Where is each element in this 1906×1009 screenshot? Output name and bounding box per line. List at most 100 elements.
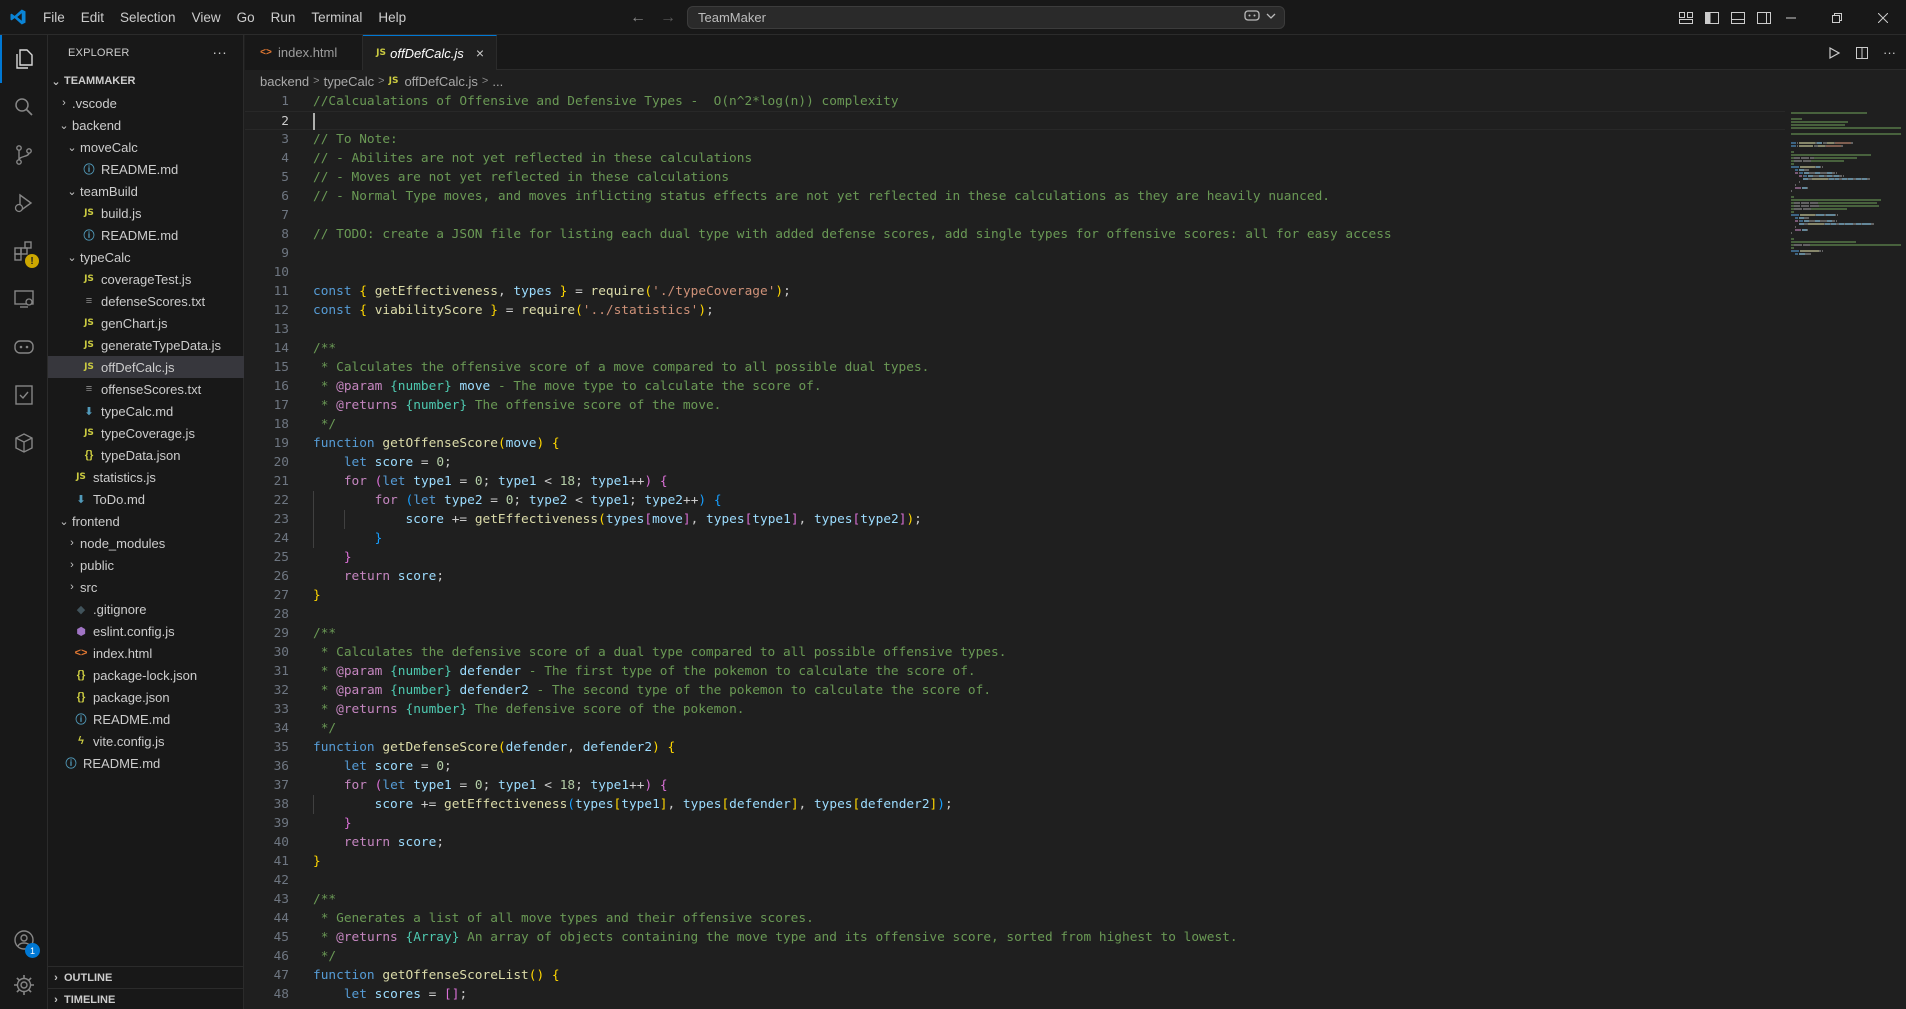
menu-edit[interactable]: Edit — [73, 0, 112, 35]
back-arrow-icon[interactable]: ← — [630, 9, 646, 27]
tab-offdefcalc-js[interactable]: JS offDefCalc.js × — [363, 35, 497, 70]
code-token: for — [343, 778, 367, 793]
tree-file[interactable]: ⓘ README.md — [48, 224, 244, 246]
tree-file[interactable]: JS genChart.js — [48, 312, 244, 334]
tree-file[interactable]: JS offDefCalc.js — [48, 356, 244, 378]
tree-item-label: frontend — [72, 513, 120, 529]
copilot-icon[interactable] — [1244, 9, 1260, 23]
minimap-line — [1810, 244, 1901, 246]
tree-file[interactable]: {} package-lock.json — [48, 664, 244, 686]
explorer-title: EXPLORER — [68, 46, 130, 59]
source-control-icon[interactable] — [0, 131, 48, 179]
chevron-right-icon: › — [54, 993, 58, 1006]
tree-file[interactable]: ≡ offenseScores.txt — [48, 378, 244, 400]
run-debug-icon[interactable] — [0, 179, 48, 227]
tree-file[interactable]: JS generateTypeData.js — [48, 334, 244, 356]
tree-file[interactable]: {} typeData.json — [48, 444, 244, 466]
code-text: * Generates a list of all move types and… — [289, 909, 814, 928]
toggle-sidebar-icon[interactable] — [1704, 10, 1720, 26]
tree-file[interactable]: JS typeCoverage.js — [48, 422, 244, 444]
close-icon[interactable] — [1860, 0, 1906, 35]
minimap-line — [1826, 214, 1835, 216]
tree-file[interactable]: ⓘ README.md — [48, 708, 244, 730]
minimize-icon[interactable] — [1768, 0, 1814, 35]
menu-run[interactable]: Run — [263, 0, 304, 35]
split-editor-icon[interactable] — [1855, 46, 1869, 60]
copilot-chat-icon[interactable] — [0, 323, 48, 371]
restore-icon[interactable] — [1814, 0, 1860, 35]
tree-file[interactable]: ⓘ README.md — [48, 158, 244, 180]
code-token: function — [313, 968, 375, 983]
code-token: = — [451, 778, 475, 793]
tree-file[interactable]: ⬢ eslint.config.js — [48, 620, 244, 642]
tree-folder[interactable]: › .vscode — [48, 92, 244, 114]
testing-icon[interactable] — [0, 371, 48, 419]
more-actions-icon[interactable]: ··· — [212, 44, 227, 60]
tree-file[interactable]: ≡ defenseScores.txt — [48, 290, 244, 312]
command-center-search[interactable]: TeamMaker — [687, 6, 1285, 29]
toggle-panel-icon[interactable] — [1730, 10, 1746, 26]
breadcrumb-item[interactable]: ... — [492, 74, 503, 89]
menu-view[interactable]: View — [184, 0, 229, 35]
tree-item-label: typeCoverage.js — [101, 425, 195, 441]
code-editor[interactable]: 1 //Calcualations of Offensive and Defens… — [245, 92, 1785, 1009]
tab-index-html[interactable]: <> index.html — [245, 35, 363, 70]
tree-file[interactable]: JS statistics.js — [48, 466, 244, 488]
customize-layout-icon[interactable] — [1678, 10, 1694, 26]
code-token: //Calcualations of Offensive and Defensi… — [313, 94, 899, 109]
tree-file[interactable]: JS coverageTest.js — [48, 268, 244, 290]
code-token: getEffectiveness — [474, 512, 599, 527]
tree-folder[interactable]: › node_modules — [48, 532, 244, 554]
menu-help[interactable]: Help — [370, 0, 414, 35]
minimap[interactable] — [1785, 92, 1906, 1009]
explorer-icon[interactable] — [0, 35, 48, 83]
tree-folder[interactable]: › public — [48, 554, 244, 576]
minimap-line — [1834, 172, 1835, 174]
more-actions-icon[interactable]: ··· — [1883, 45, 1896, 60]
minimap-line — [1791, 124, 1845, 126]
containers-icon[interactable] — [0, 419, 48, 467]
tree-folder[interactable]: ⌄ typeCalc — [48, 246, 244, 268]
breadcrumb-item[interactable]: offDefCalc.js — [404, 74, 477, 89]
manage-gear-icon[interactable] — [0, 961, 48, 1009]
breadcrumb-item[interactable]: typeCalc — [324, 74, 375, 89]
tree-folder[interactable]: ⌄ moveCalc — [48, 136, 244, 158]
timeline-section[interactable]: › TIMELINE — [48, 988, 244, 1009]
tree-file[interactable]: ⬇ typeCalc.md — [48, 400, 244, 422]
workspace-root[interactable]: ⌄ TEAMMAKER — [48, 70, 244, 92]
code-line: 26 return score; — [245, 567, 1785, 586]
tree-folder[interactable]: ⌄ frontend — [48, 510, 244, 532]
code-text: for (let type1 = 0; type1 < 18; type1++)… — [289, 472, 668, 491]
tree-file[interactable]: <> index.html — [48, 642, 244, 664]
search-icon[interactable] — [0, 83, 48, 131]
remote-explorer-icon[interactable] — [0, 275, 48, 323]
menu-selection[interactable]: Selection — [112, 0, 184, 35]
code-line: 8 // TODO: create a JSON file for listing… — [245, 225, 1785, 244]
tree-file[interactable]: JS build.js — [48, 202, 244, 224]
tree-folder[interactable]: › src — [48, 576, 244, 598]
outline-section[interactable]: › OUTLINE — [48, 966, 244, 988]
minimap-line — [1795, 184, 1796, 186]
chevron-down-icon[interactable] — [1266, 11, 1276, 21]
tree-file[interactable]: ⬇ ToDo.md — [48, 488, 244, 510]
menu-go[interactable]: Go — [229, 0, 263, 35]
menu-file[interactable]: File — [35, 0, 73, 35]
menu-terminal[interactable]: Terminal — [303, 0, 370, 35]
forward-arrow-icon[interactable]: → — [660, 9, 676, 27]
tree-file[interactable]: ϟ vite.config.js — [48, 730, 244, 752]
tree-folder[interactable]: ⌄ teamBuild — [48, 180, 244, 202]
tree-file[interactable]: ⓘ README.md — [48, 752, 244, 774]
chevron-right-icon: › — [70, 581, 74, 593]
tree-folder[interactable]: ⌄ backend — [48, 114, 244, 136]
breadcrumb-item[interactable]: backend — [260, 74, 309, 89]
accounts-icon[interactable]: 1 — [0, 916, 48, 964]
run-file-icon[interactable] — [1827, 46, 1841, 60]
tree-file[interactable]: ◆ .gitignore — [48, 598, 244, 620]
extensions-icon[interactable]: ! — [0, 227, 48, 275]
tree-item-label: README.md — [101, 161, 179, 177]
tree-file[interactable]: {} package.json — [48, 686, 244, 708]
code-token: ( — [567, 797, 575, 812]
close-tab-icon[interactable]: × — [476, 45, 484, 61]
